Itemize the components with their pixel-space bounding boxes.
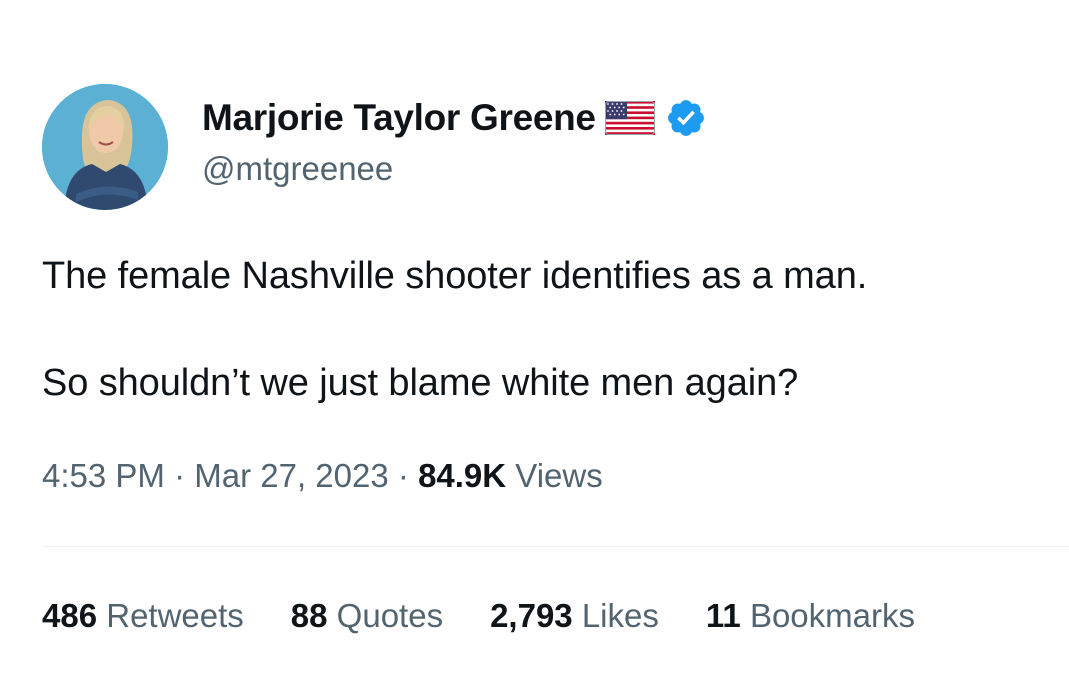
tweet-date[interactable]: Mar 27, 2023 xyxy=(194,457,388,494)
tweet-text-line: The female Nashville shooter identifies … xyxy=(42,255,868,297)
likes-stat[interactable]: 2,793 Likes xyxy=(490,597,659,635)
quotes-stat[interactable]: 88 Quotes xyxy=(291,597,443,635)
views-label[interactable]: Views xyxy=(515,457,602,494)
views-count[interactable]: 84.9K xyxy=(418,457,515,494)
quotes-count: 88 xyxy=(290,597,337,634)
meta-separator: · xyxy=(174,457,195,494)
tweet-time[interactable]: 4:53 PM xyxy=(42,457,165,494)
quotes-label: Quotes xyxy=(336,597,444,634)
tweet-text-line: So shouldn’t we just blame white men aga… xyxy=(42,362,799,404)
author-row: Marjorie Taylor Greene xyxy=(202,94,707,142)
tweet-meta: 4:53 PM · Mar 27, 2023 · 84.9K Views xyxy=(42,457,603,495)
divider xyxy=(42,546,1069,547)
us-flag-icon xyxy=(604,101,655,135)
avatar[interactable] xyxy=(42,84,168,210)
retweets-label: Retweets xyxy=(106,597,244,634)
likes-count: 2,793 xyxy=(490,597,582,634)
engagement-stats: 486 Retweets 88 Quotes 2,793 Likes 11 Bo… xyxy=(42,597,915,635)
bookmarks-label: Bookmarks xyxy=(749,597,915,634)
bookmarks-count: 11 xyxy=(705,597,750,634)
author-name[interactable]: Marjorie Taylor Greene xyxy=(202,97,596,139)
likes-label: Likes xyxy=(581,597,659,634)
retweets-stat[interactable]: 486 Retweets xyxy=(42,597,244,635)
bookmarks-stat[interactable]: 11 Bookmarks xyxy=(706,597,915,635)
retweets-count: 486 xyxy=(42,597,107,634)
verified-badge-icon[interactable] xyxy=(665,97,707,139)
meta-separator: · xyxy=(397,457,419,494)
author-handle[interactable]: @mtgreenee xyxy=(202,150,393,188)
